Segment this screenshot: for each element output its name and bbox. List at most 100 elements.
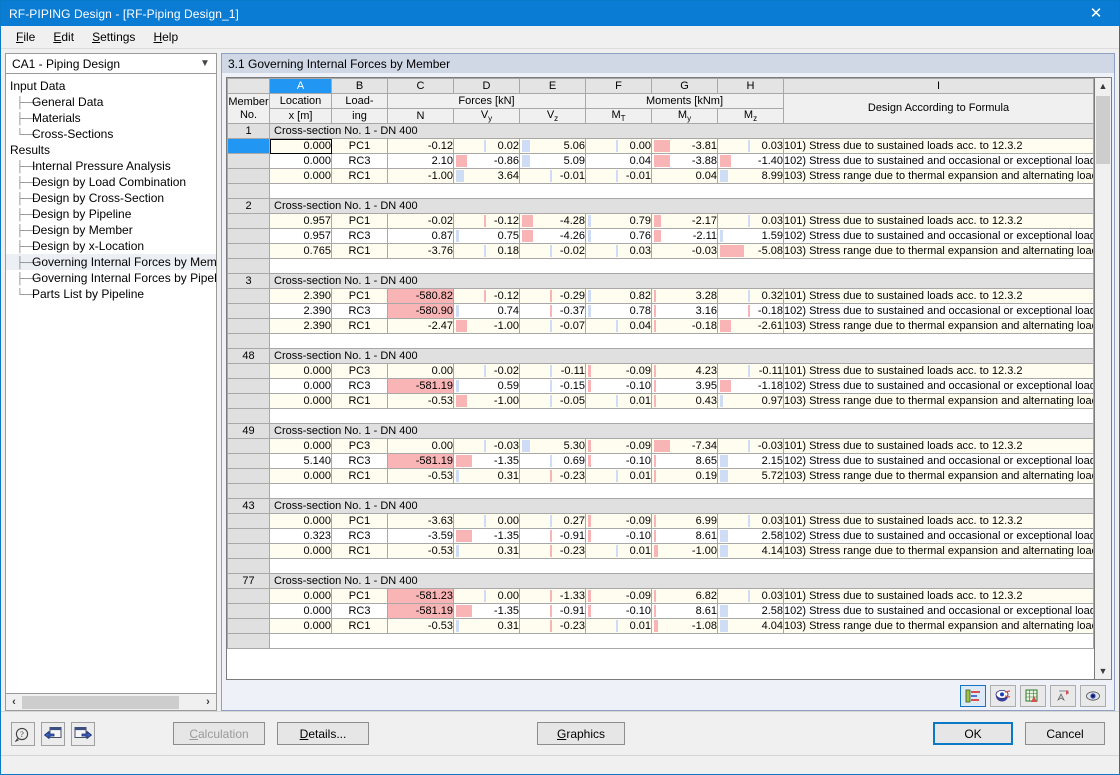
cell-vz[interactable]: -0.05 — [519, 393, 586, 410]
cell-my[interactable]: -0.18 — [651, 318, 718, 335]
cell-vz[interactable]: -0.91 — [519, 528, 586, 545]
cell-my[interactable]: 3.28 — [651, 288, 718, 305]
column-header-C[interactable]: C — [387, 78, 454, 94]
cell-design-formula[interactable]: 103) Stress range due to thermal expansi… — [783, 468, 1094, 485]
cell-mz[interactable]: 5.72 — [717, 468, 784, 485]
row-header[interactable] — [227, 153, 270, 170]
cell-n[interactable]: -1.00 — [387, 168, 454, 185]
cell-my[interactable]: -3.81 — [651, 138, 718, 155]
scroll-up-icon[interactable]: ▲ — [1095, 78, 1111, 94]
cell-location[interactable]: 0.000 — [269, 138, 332, 155]
cell-mz[interactable]: 1.59 — [717, 228, 784, 245]
column-header-F[interactable]: F — [585, 78, 652, 94]
cell-vz[interactable]: -4.26 — [519, 228, 586, 245]
cell-loading[interactable]: PC1 — [331, 138, 388, 155]
cell-vy[interactable]: 0.74 — [453, 303, 520, 320]
cell-n[interactable]: -0.53 — [387, 468, 454, 485]
cell-mt[interactable]: 0.01 — [585, 393, 652, 410]
row-header[interactable] — [227, 393, 270, 410]
cell-design-formula[interactable]: 101) Stress due to sustained loads acc. … — [783, 438, 1094, 455]
row-header[interactable] — [227, 543, 270, 560]
cell-n[interactable]: -0.53 — [387, 618, 454, 635]
table-row[interactable]: 0.000 RC3 2.10 -0.86 5.09 0.04 -3.88 -1.40 102) … — [227, 153, 1094, 170]
tree-group-results[interactable]: Results — [6, 142, 216, 158]
vscroll-thumb[interactable] — [1096, 96, 1110, 164]
sidebar-item-design-by-cross-section[interactable]: ├──Design by Cross-Section — [6, 190, 216, 206]
cell-loading[interactable]: RC1 — [331, 468, 388, 485]
cell-location[interactable]: 0.000 — [269, 603, 332, 620]
calculation-button[interactable]: Calculation — [173, 722, 265, 745]
cell-n[interactable]: -3.63 — [387, 513, 454, 530]
table-row[interactable]: 5.140 RC3 -581.19 -1.35 0.69 -0.10 8.65 2.15 102… — [227, 453, 1094, 470]
cell-vy[interactable]: -1.00 — [453, 393, 520, 410]
cell-location[interactable]: 2.390 — [269, 288, 332, 305]
cell-vz[interactable]: -4.28 — [519, 213, 586, 230]
cell-loading[interactable]: RC3 — [331, 228, 388, 245]
table-row[interactable]: 2.390 RC1 -2.47 -1.00 -0.07 0.04 -0.18 -2.61 103… — [227, 318, 1094, 335]
column-header-H[interactable]: H — [717, 78, 784, 94]
table-row[interactable]: 0.323 RC3 -3.59 -1.35 -0.91 -0.10 8.61 2.58 102)… — [227, 528, 1094, 545]
menu-item-file[interactable]: File — [7, 28, 44, 46]
cell-loading[interactable]: RC1 — [331, 543, 388, 560]
previous-window-icon[interactable] — [41, 721, 65, 746]
cell-mz[interactable]: 0.97 — [717, 393, 784, 410]
cell-vy[interactable]: -0.12 — [453, 213, 520, 230]
row-header[interactable] — [227, 363, 270, 380]
table-row[interactable]: 2.390 RC3 -580.90 0.74 -0.37 0.78 3.16 -0.18 102… — [227, 303, 1094, 320]
cell-mt[interactable]: 0.04 — [585, 153, 652, 170]
cell-n[interactable]: -0.53 — [387, 543, 454, 560]
cell-loading[interactable]: RC1 — [331, 393, 388, 410]
cell-loading[interactable]: RC3 — [331, 453, 388, 470]
cell-mz[interactable]: 4.04 — [717, 618, 784, 635]
row-header[interactable] — [227, 318, 270, 335]
cancel-button[interactable]: Cancel — [1025, 722, 1105, 745]
cell-vy[interactable]: 3.64 — [453, 168, 520, 185]
cell-n[interactable]: -581.19 — [387, 378, 454, 395]
cell-vy[interactable]: 0.31 — [453, 468, 520, 485]
cell-loading[interactable]: PC1 — [331, 213, 388, 230]
row-header[interactable] — [227, 138, 270, 155]
cell-mz[interactable]: 2.58 — [717, 528, 784, 545]
cell-n[interactable]: 2.10 — [387, 153, 454, 170]
cell-loading[interactable]: RC3 — [331, 528, 388, 545]
table-row[interactable]: 0.000 RC1 -0.53 0.31 -0.23 0.01 0.19 5.72 103) S… — [227, 468, 1094, 485]
cell-n[interactable]: -581.19 — [387, 453, 454, 470]
cell-vz[interactable]: -0.23 — [519, 543, 586, 560]
cell-vy[interactable]: 0.00 — [453, 588, 520, 605]
cell-vz[interactable]: -1.33 — [519, 588, 586, 605]
cell-vy[interactable]: 0.00 — [453, 513, 520, 530]
cell-mz[interactable]: -2.61 — [717, 318, 784, 335]
cell-vy[interactable]: 0.02 — [453, 138, 520, 155]
row-header[interactable] — [227, 618, 270, 635]
cell-loading[interactable]: PC3 — [331, 438, 388, 455]
cell-design-formula[interactable]: 103) Stress range due to thermal expansi… — [783, 543, 1094, 560]
cell-vy[interactable]: -0.03 — [453, 438, 520, 455]
cell-location[interactable]: 0.000 — [269, 543, 332, 560]
navigator-horizontal-scrollbar[interactable]: ‹ › — [5, 694, 217, 711]
cell-my[interactable]: 0.43 — [651, 393, 718, 410]
row-header[interactable] — [227, 243, 270, 260]
cell-mt[interactable]: 0.76 — [585, 228, 652, 245]
cell-design-formula[interactable]: 102) Stress due to sustained and occasio… — [783, 153, 1094, 170]
cell-location[interactable]: 0.765 — [269, 243, 332, 260]
cell-my[interactable]: 3.95 — [651, 378, 718, 395]
cell-n[interactable]: -3.76 — [387, 243, 454, 260]
cell-design-formula[interactable]: 101) Stress due to sustained loads acc. … — [783, 213, 1094, 230]
row-header[interactable] — [227, 213, 270, 230]
cell-location[interactable]: 0.000 — [269, 393, 332, 410]
design-case-combobox[interactable]: CA1 - Piping Design ▼ — [5, 53, 217, 74]
cell-design-formula[interactable]: 102) Stress due to sustained and occasio… — [783, 228, 1094, 245]
member-number[interactable]: 1 — [227, 123, 270, 140]
cell-vy[interactable]: -0.86 — [453, 153, 520, 170]
cell-my[interactable]: -1.00 — [651, 543, 718, 560]
help-icon[interactable]: ? — [11, 721, 35, 746]
row-header[interactable] — [227, 168, 270, 185]
cell-mz[interactable]: 0.03 — [717, 588, 784, 605]
cell-mz[interactable]: -1.18 — [717, 378, 784, 395]
member-number[interactable]: 3 — [227, 273, 270, 290]
cell-vy[interactable]: 0.59 — [453, 378, 520, 395]
menu-item-help[interactable]: Help — [144, 28, 187, 46]
cell-n[interactable]: 0.87 — [387, 228, 454, 245]
cell-loading[interactable]: RC1 — [331, 243, 388, 260]
ok-button[interactable]: OK — [933, 722, 1013, 745]
